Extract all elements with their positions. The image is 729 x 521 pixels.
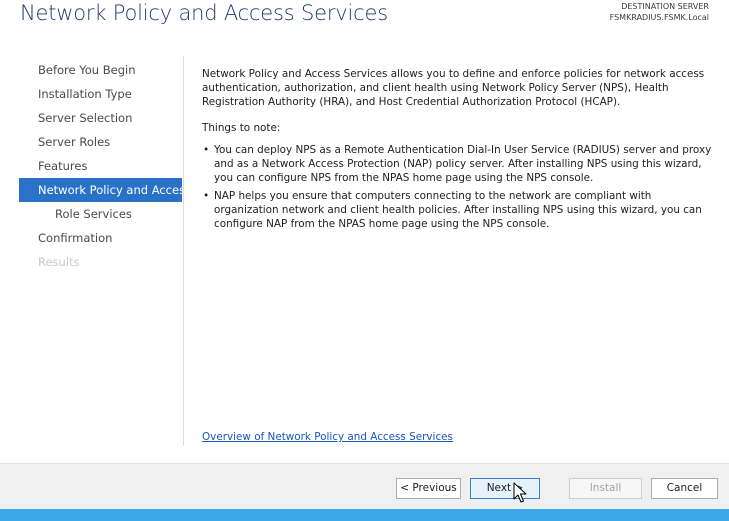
window-accent-bar [0,509,729,521]
next-button[interactable]: Next > [470,478,540,499]
previous-button[interactable]: < Previous [396,478,461,499]
nav-item-server-selection[interactable]: Server Selection [19,106,182,130]
main-content: Network Policy and Access Services allow… [202,67,717,235]
page-title: Network Policy and Access Services [20,1,388,25]
nav-item-server-roles[interactable]: Server Roles [19,130,182,154]
bullet-text: NAP helps you ensure that computers conn… [214,190,702,230]
bullet-text: You can deploy NPS as a Remote Authentic… [214,144,712,184]
overview-link[interactable]: Overview of Network Policy and Access Se… [202,431,453,443]
list-item: • NAP helps you ensure that computers co… [202,189,717,231]
bullet-icon: • [203,144,210,156]
mouse-pointer-icon [513,482,527,503]
nav-item-before-you-begin[interactable]: Before You Begin [19,58,182,82]
wizard-nav: Before You Begin Installation Type Serve… [19,58,182,274]
nav-item-features[interactable]: Features [19,154,182,178]
nav-item-role-services[interactable]: Role Services [19,202,182,226]
destination-server-label: DESTINATION SERVER [621,2,709,11]
nav-item-network-policy[interactable]: Network Policy and Acces... [19,178,182,202]
intro-text: Network Policy and Access Services allow… [202,68,705,108]
destination-server-name: FSMKRADIUS.FSMK.Local [609,13,709,22]
list-item: • You can deploy NPS as a Remote Authent… [202,143,717,185]
nav-item-confirmation[interactable]: Confirmation [19,226,182,250]
cancel-button[interactable]: Cancel [651,478,718,499]
notes-list: • You can deploy NPS as a Remote Authent… [202,143,717,231]
install-button: Install [569,478,642,499]
notes-title: Things to note: [202,122,281,134]
nav-divider [183,56,184,446]
nav-item-installation-type[interactable]: Installation Type [19,82,182,106]
nav-item-results: Results [38,255,80,269]
destination-server-info: DESTINATION SERVER FSMKRADIUS.FSMK.Local [610,1,709,23]
bullet-icon: • [203,190,210,202]
